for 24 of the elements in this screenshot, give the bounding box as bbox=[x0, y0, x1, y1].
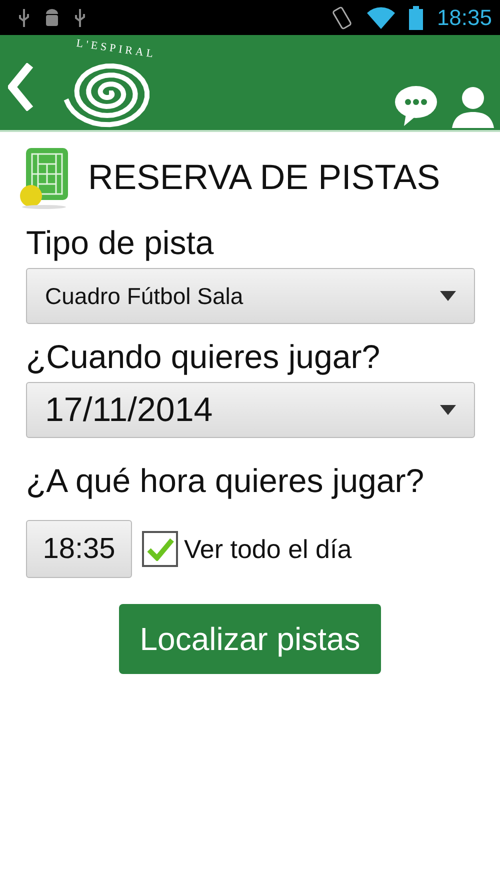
clock-time: 18:35 bbox=[436, 4, 492, 30]
user-icon[interactable] bbox=[452, 84, 494, 128]
dropdown-caret-icon bbox=[440, 405, 456, 415]
field-label: ¿Cuando quieres jugar? bbox=[26, 338, 382, 376]
dropdown[interactable]: Cuadro Fútbol Sala bbox=[26, 268, 475, 324]
battery-icon bbox=[408, 6, 423, 30]
usb-icon bbox=[74, 8, 86, 26]
checkbox[interactable] bbox=[142, 531, 178, 567]
logo-text: L'ESPIRAL bbox=[76, 37, 157, 61]
field-label: ¿A qué hora quieres jugar? bbox=[26, 462, 426, 500]
field-label: Tipo de pista bbox=[26, 224, 215, 262]
android-icon bbox=[44, 8, 60, 26]
dropdown[interactable]: 17/11/2014 bbox=[26, 382, 475, 438]
tennis-court-icon bbox=[18, 146, 70, 210]
search-button[interactable]: Localizar pistas bbox=[119, 604, 381, 674]
back-icon[interactable] bbox=[8, 63, 34, 111]
chat-icon[interactable] bbox=[394, 84, 438, 126]
page-title: RESERVA DE PISTAS bbox=[88, 158, 440, 198]
usb-icon bbox=[18, 8, 30, 26]
vibrate-icon bbox=[330, 6, 353, 30]
time-button[interactable]: 18:35 bbox=[26, 520, 132, 578]
checkbox-label: Ver todo el día bbox=[184, 534, 352, 564]
dropdown-caret-icon bbox=[440, 291, 456, 301]
wifi-icon bbox=[366, 6, 395, 28]
